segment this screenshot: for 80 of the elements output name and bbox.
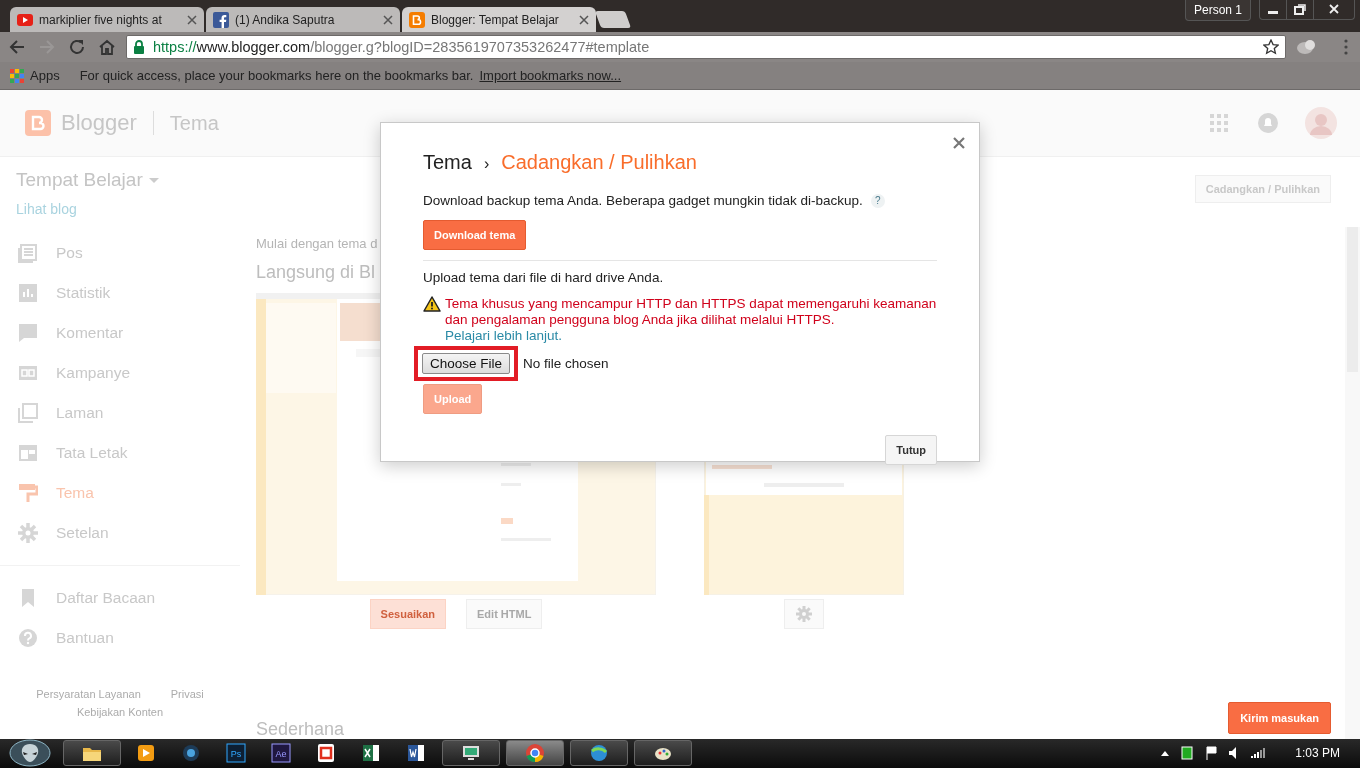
taskbar-button[interactable]: Ps: [214, 740, 258, 766]
document-list-icon: [18, 243, 38, 263]
camera-icon: [180, 742, 202, 764]
help-icon: [18, 628, 38, 648]
speech-bubble-icon: [18, 323, 38, 343]
bar-chart-icon: [18, 283, 38, 303]
download-theme-button[interactable]: Download tema: [423, 220, 527, 250]
dialog-title: Cadangkan / Pulihkan: [501, 151, 697, 174]
new-tab-button[interactable]: [594, 11, 632, 28]
learn-more-link[interactable]: Pelajari lebih lanjut.: [445, 328, 563, 343]
blogger-logo-icon: [25, 110, 51, 136]
word-document-icon: [405, 742, 427, 764]
paint-roller-icon: [18, 483, 38, 503]
footer-link[interactable]: Persyaratan Layanan: [36, 688, 141, 700]
globe-icon: [588, 742, 610, 764]
back-icon[interactable]: [8, 38, 26, 56]
customize-button[interactable]: Sesuaikan: [369, 599, 446, 629]
section-heading: Sederhana: [256, 719, 345, 740]
close-icon[interactable]: [579, 14, 589, 25]
taskbar-button[interactable]: [63, 740, 121, 766]
ad-icon: [18, 363, 38, 383]
menu-icon[interactable]: [1344, 39, 1348, 55]
footer-link[interactable]: Kebijakan Konten: [76, 706, 164, 718]
play-icon: [135, 742, 157, 764]
browser-tab[interactable]: Blogger: Tempat Belajar: [402, 7, 596, 32]
warning-icon: [423, 296, 441, 312]
start-button-icon[interactable]: [8, 739, 52, 767]
reload-icon[interactable]: [68, 38, 86, 56]
close-button[interactable]: Tutup: [885, 435, 937, 465]
import-bookmarks-link[interactable]: Import bookmarks now...: [479, 68, 622, 83]
scrollbar[interactable]: [1345, 227, 1360, 739]
file-status: No file chosen: [523, 356, 609, 371]
intro-text: Mulai dengan tema d: [256, 236, 378, 251]
signal-bars-icon[interactable]: [1251, 748, 1266, 758]
status-square-icon[interactable]: [1181, 746, 1194, 760]
section-heading: Langsung di Bl: [256, 262, 376, 283]
close-icon[interactable]: [953, 137, 965, 149]
view-blog-link[interactable]: Lihat blog: [0, 201, 77, 217]
breadcrumb-link[interactable]: Tema: [423, 151, 472, 174]
pages-icon: [18, 403, 38, 423]
nav-item[interactable]: Tema: [0, 473, 240, 513]
apps-link[interactable]: Apps: [30, 68, 60, 83]
download-text: Download backup tema Anda. Beberapa gadget mungkin tidak di-backup.: [423, 193, 863, 208]
spreadsheet-icon: [360, 742, 382, 764]
warning-text: Tema khusus yang mencampur HTTP dan HTTPS dapat memengaruhi keamanan dan pengalaman pengguna blog Anda jika dilihat melalui HTTPS. Pelajari lebih lanjut.: [445, 296, 937, 344]
taskbar-button[interactable]: [442, 740, 500, 766]
f-logo-icon: [213, 11, 229, 28]
clock[interactable]: 1:03 PM: [1295, 746, 1340, 760]
taskbar-button[interactable]: [570, 740, 628, 766]
chrome-icon: [524, 742, 546, 764]
flag-icon[interactable]: [1205, 746, 1218, 760]
layout-icon: [18, 443, 38, 463]
choose-file-button[interactable]: Choose File: [422, 353, 511, 374]
help-button[interactable]: ?: [870, 193, 885, 208]
lock-icon: [133, 40, 145, 54]
up-arrow-icon[interactable]: [1161, 750, 1170, 756]
settings-icon: [795, 605, 813, 623]
url-text: https://www.blogger.com/blogger.g?blogID=2835619707353262477#template: [153, 39, 651, 55]
taskbar-button[interactable]: [506, 740, 564, 766]
video-play-icon: [17, 11, 33, 28]
footer-link[interactable]: Privasi: [170, 688, 204, 700]
taskbar-button[interactable]: [634, 740, 692, 766]
upload-text: Upload tema dari file di hard drive Anda.: [423, 270, 665, 285]
feedback-button[interactable]: Kirim masukan: [1228, 702, 1331, 734]
after-effects-icon: Ae: [270, 742, 292, 764]
settings-icon: [18, 523, 38, 543]
browser-tab[interactable]: markiplier five nights at: [10, 7, 204, 32]
breadcrumb-separator: ›: [483, 155, 490, 173]
home-icon[interactable]: [98, 38, 116, 56]
profile-button[interactable]: Person 1: [1184, 0, 1251, 21]
browser-tab[interactable]: (1) Andika Saputra: [206, 7, 400, 32]
blogger-logo-icon: [409, 11, 425, 28]
document-icon: [315, 742, 337, 764]
bookmarks-hint: For quick access, place your bookmarks here on the bookmarks bar.: [79, 68, 474, 83]
edit-html-button[interactable]: Edit HTML: [466, 599, 543, 629]
taskbar-button[interactable]: Ae: [259, 740, 303, 766]
photoshop-icon: Ps: [225, 742, 247, 764]
star-icon[interactable]: [1263, 39, 1280, 55]
address-bar[interactable]: https://www.blogger.com/blogger.g?blogID=2835619707353262477#template: [126, 35, 1287, 59]
blog-title[interactable]: Tempat Belajar: [16, 169, 143, 191]
